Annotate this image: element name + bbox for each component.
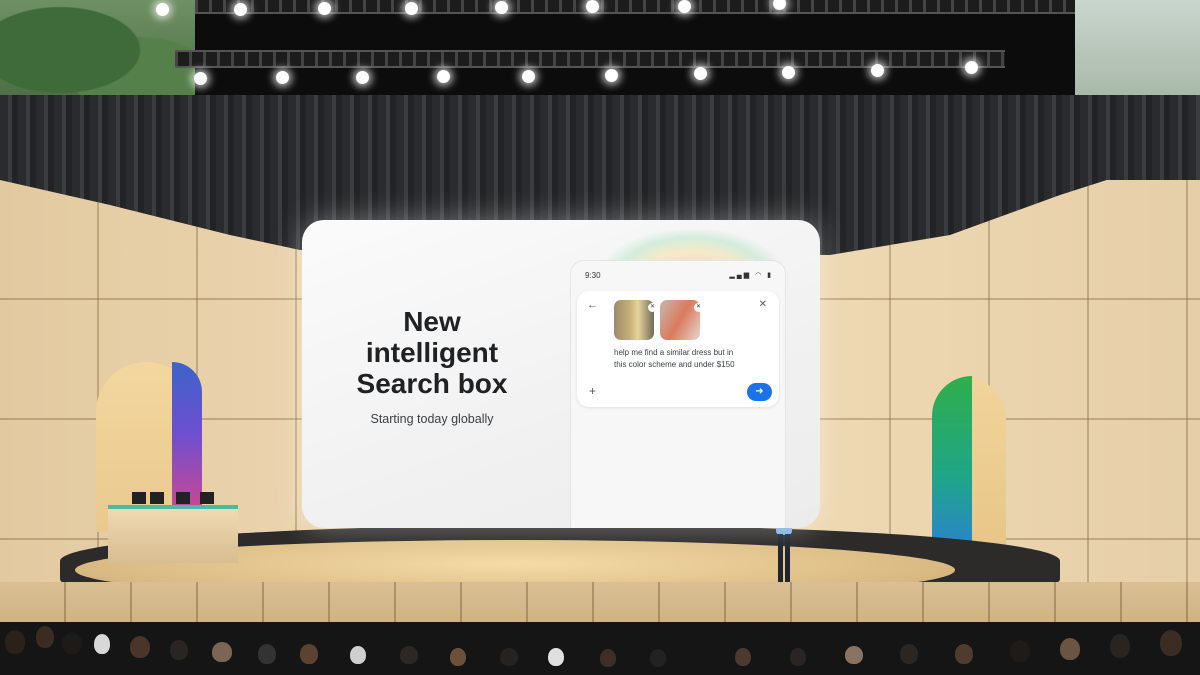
audience-head — [548, 648, 564, 666]
close-icon[interactable]: ✕ — [759, 299, 767, 310]
stage-light — [782, 66, 795, 79]
audience — [0, 622, 1200, 675]
battery-icon: ▮ — [767, 272, 773, 279]
stage-light — [156, 3, 169, 16]
audience-head — [130, 636, 150, 658]
audience-head — [1010, 640, 1030, 662]
search-box[interactable]: ← ✕ ✕ ✕ help me find a similar dress but… — [577, 291, 779, 407]
right-arch-gradient-edge — [932, 376, 972, 562]
send-button[interactable]: ➜ — [747, 383, 772, 401]
remove-attachment-icon[interactable]: ✕ — [648, 303, 657, 312]
stage-light — [871, 64, 884, 77]
status-icons: ▂▄▆ ◠ ▮ — [729, 271, 773, 279]
stage-light — [694, 67, 707, 80]
subheadline: Starting today globally — [370, 412, 494, 426]
phone-mockup: 9:30 ▂▄▆ ◠ ▮ ← ✕ ✕ ✕ help me find a simi… — [570, 260, 786, 528]
audience-head — [350, 646, 366, 664]
status-time: 9:30 — [585, 271, 601, 280]
laptop — [132, 492, 146, 504]
stage-light — [356, 71, 369, 84]
audience-head — [1060, 638, 1080, 660]
podium — [108, 505, 238, 563]
stage-light — [276, 71, 289, 84]
audience-head — [735, 648, 751, 666]
stage-light — [586, 0, 599, 13]
audience-head — [62, 632, 82, 654]
laptop — [176, 492, 190, 504]
presentation-screen: New intelligent Search box Starting toda… — [302, 220, 820, 528]
arrow-right-icon: ➜ — [755, 386, 764, 397]
stage-light — [522, 70, 535, 83]
audience-head — [36, 626, 54, 648]
laptop — [150, 492, 164, 504]
stage-light — [234, 3, 247, 16]
search-query-text[interactable]: help me find a similar dress but in this… — [614, 347, 764, 371]
remove-attachment-icon[interactable]: ✕ — [694, 303, 703, 312]
audience-head — [300, 644, 318, 664]
audience-head — [450, 648, 466, 666]
trees-right — [1075, 0, 1200, 95]
audience-head — [5, 630, 25, 654]
audience-head — [900, 644, 918, 664]
audience-head — [500, 648, 518, 666]
audience-head — [600, 649, 616, 667]
stage-light — [437, 70, 450, 83]
add-icon[interactable]: + — [589, 384, 596, 398]
stage-light — [965, 61, 978, 74]
stage-light — [678, 0, 691, 13]
audience-head — [955, 644, 973, 664]
image-attachment-color[interactable]: ✕ — [660, 300, 703, 340]
audience-head — [212, 642, 232, 662]
audience-head — [650, 649, 666, 667]
wifi-icon: ◠ — [755, 272, 764, 279]
stage-light — [495, 1, 508, 14]
back-arrow-icon[interactable]: ← — [587, 299, 598, 311]
signal-icon: ▂▄▆ — [729, 272, 752, 279]
headline: New intelligent Search box — [356, 306, 508, 399]
audience-head — [790, 648, 806, 666]
image-attachment-dress[interactable]: ✕ — [614, 300, 657, 340]
audience-head — [1160, 630, 1182, 656]
audience-head — [1110, 634, 1130, 658]
laptop — [200, 492, 214, 504]
stage-light — [605, 69, 618, 82]
stage-light — [194, 72, 207, 85]
audience-head — [170, 640, 188, 660]
audience-head — [845, 646, 863, 664]
stage-light — [405, 2, 418, 15]
audience-head — [94, 634, 110, 654]
audience-head — [258, 644, 276, 664]
audience-head — [400, 646, 418, 664]
stage-light — [318, 2, 331, 15]
